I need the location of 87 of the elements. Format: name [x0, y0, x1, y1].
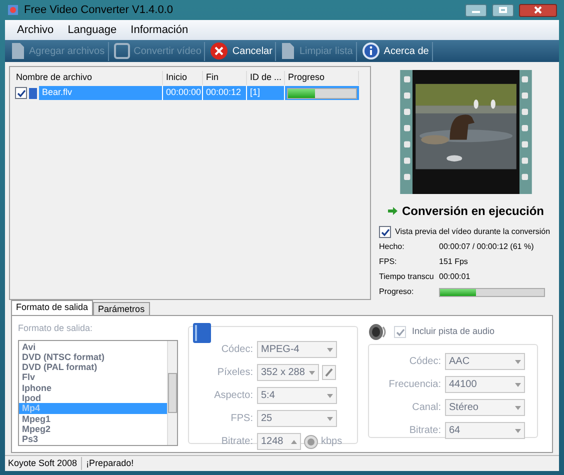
field-label: Códec:: [408, 355, 441, 369]
info-icon: [362, 42, 380, 60]
dropdown[interactable]: 64: [445, 422, 525, 439]
dropdown[interactable]: 352 x 288: [257, 364, 319, 381]
field-label: Bitrate:: [220, 435, 253, 449]
dropdown[interactable]: 5:4: [257, 387, 337, 404]
dropdown[interactable]: AAC: [445, 353, 525, 370]
checkbox-label: Vista previa del vídeo durante la conversión: [395, 226, 550, 238]
checkbox[interactable]: [379, 226, 391, 238]
list-item[interactable]: Ps3: [19, 434, 167, 444]
dropdown-caret-icon: [515, 360, 521, 364]
arrow-icon: [388, 206, 398, 216]
field-label: Frecuencia:: [388, 378, 441, 392]
list-label: Formato de salida:: [18, 322, 94, 335]
close-icon: [534, 6, 542, 14]
stat-value: 00:00:07 / 00:00:12 (61 %): [439, 241, 534, 253]
table-cell: 00:00:12: [203, 86, 247, 100]
field-label: Canal:: [411, 401, 441, 415]
menu-item[interactable]: Información: [130, 22, 188, 38]
dropdown-caret-icon: [327, 348, 333, 352]
column-header[interactable]: Inicio: [163, 71, 203, 85]
stat-label: Progreso:: [379, 286, 415, 298]
menu-item[interactable]: Archivo: [17, 22, 54, 38]
dropdown[interactable]: Stéreo: [445, 399, 525, 416]
checkbox-label: Incluir pista de audio: [412, 325, 495, 338]
app-icon: [7, 4, 19, 16]
column-header[interactable]: ID de ...: [247, 71, 285, 85]
maximize-button[interactable]: [492, 4, 514, 16]
conversion-status: Conversión en ejecución: [402, 203, 544, 220]
list-item[interactable]: Mpeg2: [19, 424, 167, 434]
dropdown-caret-icon: [291, 440, 297, 444]
dropdown-caret-icon: [515, 382, 521, 386]
document-icon: [11, 42, 25, 60]
document-icon: [281, 42, 296, 60]
scrollbar[interactable]: [167, 340, 177, 444]
dropdown[interactable]: 44100: [445, 376, 525, 393]
stat-label: Hecho:: [379, 241, 406, 253]
table-cell: Bear.flv: [39, 86, 163, 100]
dropdown-caret-icon: [515, 406, 521, 410]
film-icon: [193, 323, 211, 343]
column-header[interactable]: Fin: [203, 71, 247, 85]
file-row[interactable]: Bear.flv 00:00:00 00:00:12 [1]: [39, 86, 359, 100]
edit-icon[interactable]: [322, 365, 336, 380]
dropdown-caret-icon: [327, 394, 333, 398]
unit-label: kbps: [321, 435, 342, 449]
stat-value: 151 Fps: [439, 256, 468, 268]
table-cell: 00:00:00: [163, 86, 203, 100]
file-icon: [29, 88, 37, 98]
convert-icon: [114, 43, 130, 59]
stat-label: Tiempo transcu: [379, 271, 435, 283]
list-item[interactable]: Iphone: [19, 382, 167, 393]
minimize-button[interactable]: [465, 4, 487, 16]
table-cell: [1]: [247, 86, 285, 100]
stat-label: FPS:: [379, 256, 398, 268]
toolbar-button[interactable]: Cancelar: [207, 42, 276, 60]
column-header[interactable]: Progreso: [285, 71, 359, 85]
dropdown-caret-icon: [309, 370, 315, 374]
field-label: Bitrate:: [408, 424, 441, 438]
list-item[interactable]: Mpeg1: [19, 414, 167, 424]
toolbar-button[interactable]: Acerca de: [358, 42, 433, 60]
dropdown-caret-icon: [327, 416, 333, 420]
list-item[interactable]: Avi: [19, 342, 167, 352]
field-label: FPS:: [230, 412, 253, 426]
speaker-icon: [368, 322, 388, 342]
checkbox[interactable]: [15, 87, 27, 99]
stat-value: 00:00:01: [439, 271, 470, 283]
progress-bar: [287, 88, 357, 98]
field-label: Códec:: [220, 343, 253, 357]
tab[interactable]: Formato de salida: [11, 300, 94, 315]
field-label: Píxeles:: [216, 366, 253, 380]
spin-field[interactable]: 1248: [257, 433, 301, 450]
close-button[interactable]: [519, 4, 557, 16]
menu-item[interactable]: Language: [68, 22, 117, 38]
list-item[interactable]: Flv: [19, 372, 167, 383]
window-title: Free Video Converter V1.4.0.0: [24, 2, 173, 18]
status-text: Koyote Soft 2008: [8, 456, 82, 470]
status-text: ¡Preparado!: [86, 456, 135, 470]
column-header[interactable]: Nombre de archivo: [13, 71, 163, 85]
dropdown[interactable]: MPEG-4: [257, 341, 337, 358]
close-icon: [210, 42, 228, 60]
list-item[interactable]: DVD (PAL format): [19, 362, 167, 372]
list-item[interactable]: Ipod: [19, 392, 167, 404]
field-label: Aspecto:: [213, 389, 253, 403]
list-item[interactable]: DVD (NTSC format): [19, 352, 167, 362]
dropdown[interactable]: 25: [257, 410, 337, 427]
dropdown-caret-icon: [515, 428, 521, 432]
tab[interactable]: Parámetros: [93, 302, 150, 315]
